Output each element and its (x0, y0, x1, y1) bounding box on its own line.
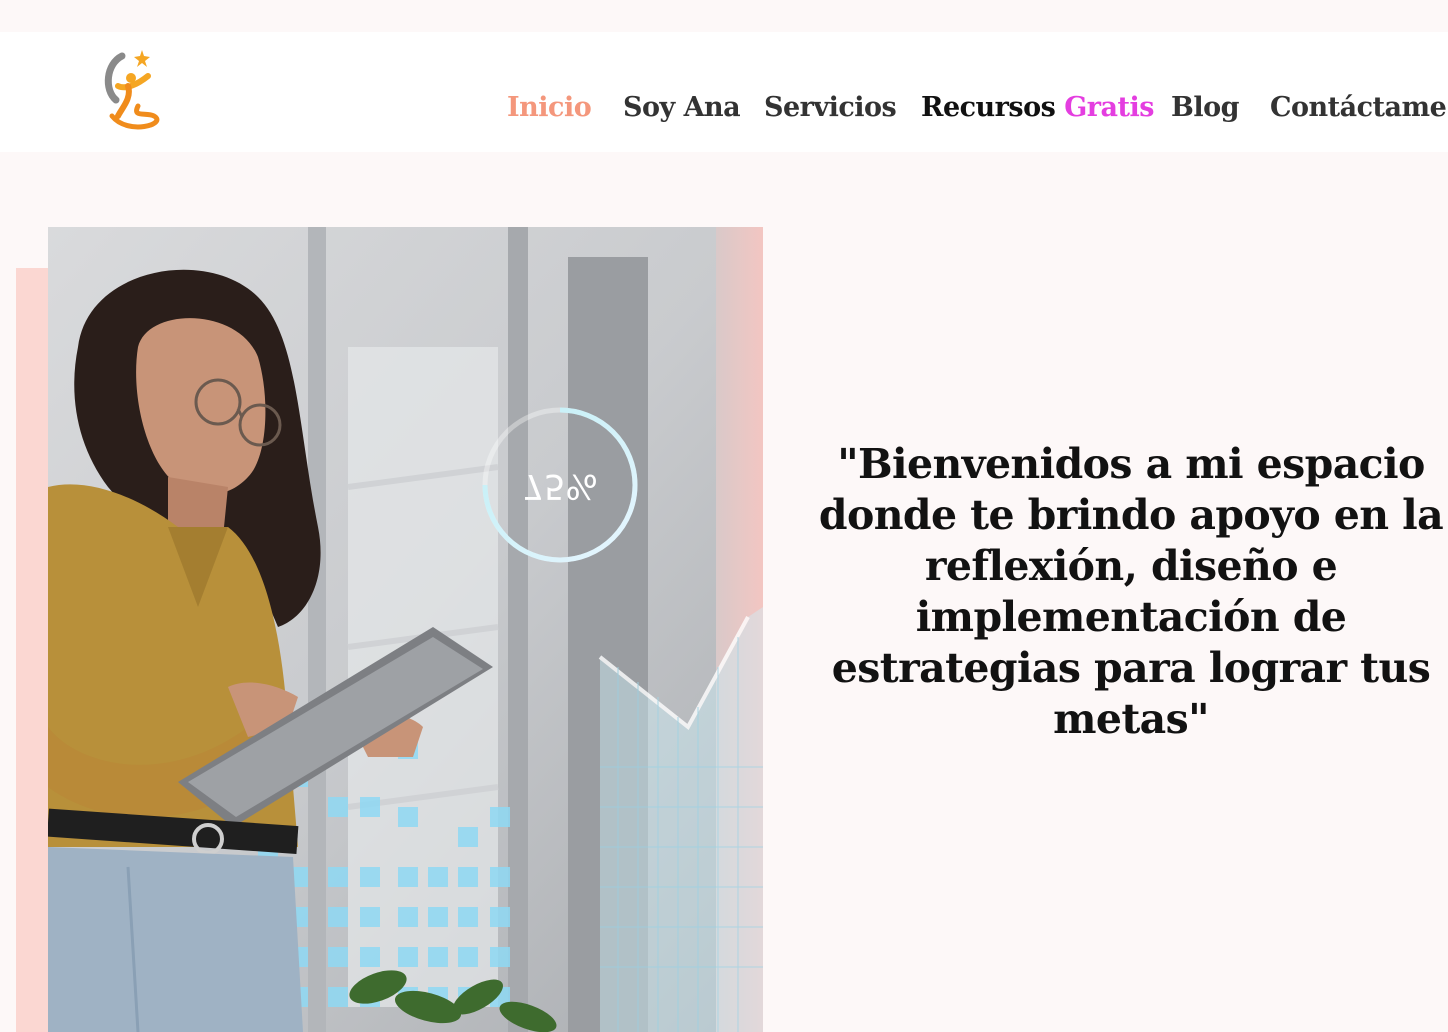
overlay-percent: 75% (522, 466, 598, 506)
nav-item-blog[interactable]: Blog (1171, 92, 1239, 123)
nav-item-servicios[interactable]: Servicios (764, 92, 897, 123)
nav-item-recursos-label: Recursos (921, 92, 1056, 123)
nav-item-soy-ana[interactable]: Soy Ana (623, 92, 741, 123)
nav-item-contactame[interactable]: Contáctame (1270, 92, 1447, 123)
hero-photo: 75% (48, 227, 763, 1032)
nav-item-gratis-label: Gratis (1064, 92, 1154, 123)
hero-section: 75% "Bienvenidos a mi espacio donde te b… (0, 152, 1448, 1032)
nav-item-recursos-gratis[interactable]: Recursos Gratis (921, 92, 1154, 123)
main-nav: Inicio Soy Ana Servicios Recursos Gratis… (0, 92, 1448, 132)
hero-quote: "Bienvenidos a mi espacio donde te brind… (818, 440, 1444, 743)
site-header: Inicio Soy Ana Servicios Recursos Gratis… (0, 32, 1448, 152)
nav-item-inicio[interactable]: Inicio (507, 92, 592, 123)
top-strip (0, 0, 1448, 32)
